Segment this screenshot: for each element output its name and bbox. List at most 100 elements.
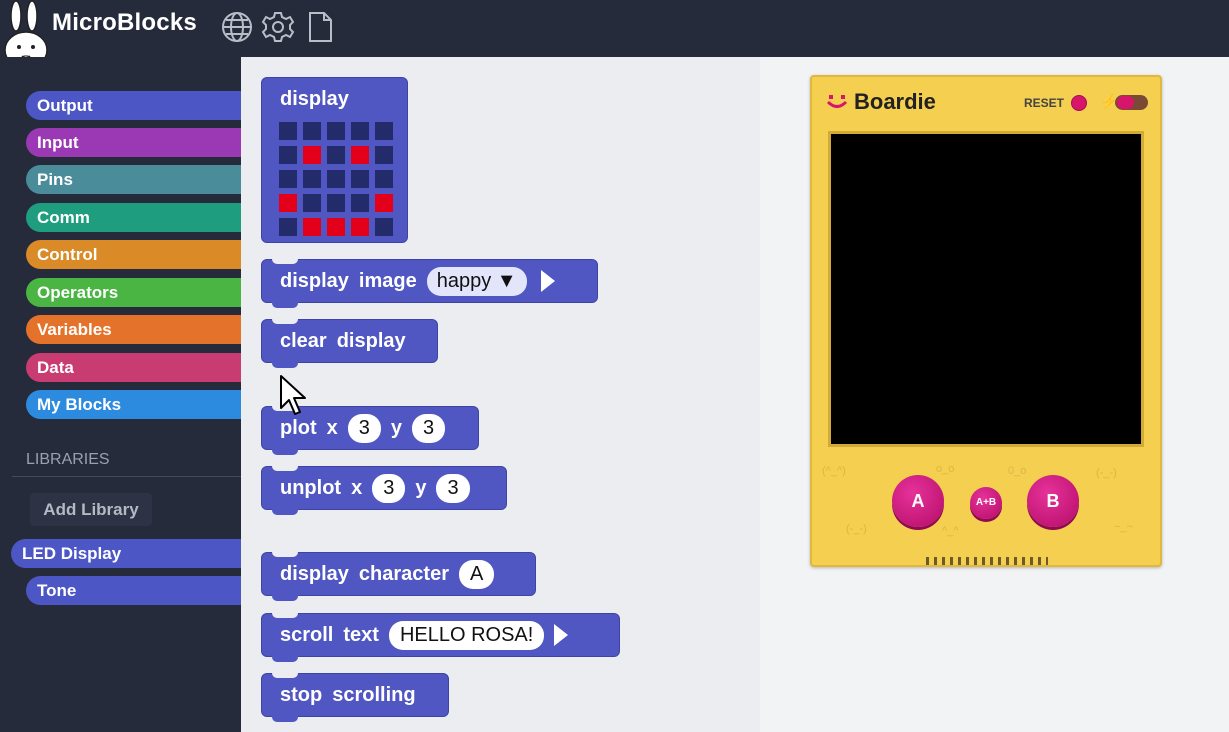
- led-cell[interactable]: [303, 218, 321, 236]
- led-cell[interactable]: [327, 218, 345, 236]
- led-cell[interactable]: [279, 122, 297, 140]
- gear-icon[interactable]: [261, 10, 295, 44]
- block-word: unplot: [280, 476, 342, 499]
- faint-decoration: 0_o: [1008, 465, 1027, 477]
- button-b[interactable]: B: [1027, 475, 1079, 527]
- unplot-x-input[interactable]: 3: [372, 473, 406, 503]
- plot-y-input[interactable]: 3: [412, 413, 446, 443]
- block-word: stop: [280, 683, 323, 706]
- display-image-block[interactable]: display image happy ▼: [261, 259, 598, 308]
- block-word: plot: [280, 416, 317, 439]
- power-toggle[interactable]: [1115, 95, 1148, 110]
- mouse-pointer-icon: [280, 375, 306, 415]
- block-word: scrolling: [332, 683, 416, 706]
- clear-display-block[interactable]: clear display: [261, 319, 438, 368]
- led-cell[interactable]: [375, 170, 393, 188]
- block-word: text: [343, 623, 379, 646]
- led-cell[interactable]: [279, 218, 297, 236]
- block-word: display: [280, 562, 349, 585]
- image-dropdown[interactable]: happy ▼: [426, 266, 527, 296]
- block-word: image: [358, 269, 417, 292]
- file-icon[interactable]: [303, 10, 337, 44]
- character-input[interactable]: A: [458, 559, 495, 589]
- category-control[interactable]: Control: [26, 240, 241, 269]
- category-my-blocks[interactable]: My Blocks: [26, 390, 241, 419]
- faint-decoration: (-_-): [1096, 467, 1117, 479]
- led-cell[interactable]: [375, 194, 393, 212]
- image-dropdown-value: happy: [436, 269, 492, 292]
- category-output[interactable]: Output: [26, 91, 241, 120]
- led-cell[interactable]: [351, 194, 369, 212]
- unplot-y-input[interactable]: 3: [436, 473, 470, 503]
- libraries-heading: LIBRARIES: [26, 451, 110, 468]
- block-word: scroll: [280, 623, 334, 646]
- add-library-button[interactable]: Add Library: [30, 493, 152, 526]
- boardie-simulator: Boardie RESET ⚡ (^_^) o_o 0_o (-_-) (-_-…: [810, 75, 1162, 567]
- expand-arrow-icon[interactable]: [554, 624, 569, 646]
- libraries-divider: [12, 476, 241, 477]
- led-cell[interactable]: [303, 170, 321, 188]
- board-name: Boardie: [854, 89, 936, 114]
- block-word: character: [358, 562, 449, 585]
- unplot-block[interactable]: unplot x 3 y 3: [261, 466, 507, 515]
- edge-connector-pins: [926, 557, 1048, 565]
- display-character-block[interactable]: display character A: [261, 552, 536, 601]
- block-word: y: [390, 416, 403, 439]
- led-cell[interactable]: [351, 170, 369, 188]
- block-word: clear: [280, 329, 327, 352]
- led-cell[interactable]: [375, 146, 393, 164]
- led-cell[interactable]: [303, 194, 321, 212]
- category-comm[interactable]: Comm: [26, 203, 241, 232]
- led-cell[interactable]: [351, 146, 369, 164]
- expand-arrow-icon[interactable]: [540, 270, 555, 292]
- button-a-plus-b[interactable]: A+B: [970, 487, 1002, 519]
- led-cell[interactable]: [327, 194, 345, 212]
- scroll-text-block[interactable]: scroll text HELLO ROSA!: [261, 613, 620, 662]
- smiley-icon: [826, 95, 848, 108]
- block-word: x: [326, 416, 338, 439]
- led-cell[interactable]: [303, 122, 321, 140]
- reset-button[interactable]: [1071, 95, 1087, 111]
- category-input[interactable]: Input: [26, 128, 241, 157]
- globe-icon[interactable]: [220, 10, 254, 44]
- category-variables[interactable]: Variables: [26, 315, 241, 344]
- plot-x-input[interactable]: 3: [347, 413, 381, 443]
- category-sidebar: Output Input Pins Comm Control Operators…: [0, 57, 241, 732]
- faint-decoration: o_o: [936, 463, 955, 475]
- led-matrix-editor[interactable]: [279, 122, 393, 236]
- block-word: display: [336, 329, 406, 352]
- display-block[interactable]: display: [261, 77, 408, 243]
- led-cell[interactable]: [303, 146, 321, 164]
- led-cell[interactable]: [375, 218, 393, 236]
- reset-label: RESET: [1024, 96, 1065, 110]
- button-a[interactable]: A: [892, 475, 944, 527]
- led-cell[interactable]: [279, 194, 297, 212]
- chevron-down-icon: ▼: [496, 269, 517, 292]
- faint-decoration: (^_^): [822, 465, 846, 477]
- display-block-label: display: [280, 88, 349, 110]
- category-pins[interactable]: Pins: [26, 165, 241, 194]
- led-cell[interactable]: [375, 122, 393, 140]
- led-cell[interactable]: [351, 122, 369, 140]
- block-palette: display display image happy ▼ clear disp…: [241, 57, 760, 732]
- led-cell[interactable]: [327, 122, 345, 140]
- library-tone[interactable]: Tone: [26, 576, 241, 605]
- top-bar: MicroBlocks: [0, 0, 1229, 69]
- led-cell[interactable]: [279, 146, 297, 164]
- app-window: MicroBlocks Output Input Pins Comm Contr…: [0, 0, 1229, 732]
- led-cell[interactable]: [279, 170, 297, 188]
- led-cell[interactable]: [327, 170, 345, 188]
- led-cell[interactable]: [327, 146, 345, 164]
- library-led-display[interactable]: LED Display: [11, 539, 241, 568]
- category-data[interactable]: Data: [26, 353, 241, 382]
- block-word: y: [415, 476, 427, 499]
- led-cell[interactable]: [351, 218, 369, 236]
- stop-scrolling-block[interactable]: stop scrolling: [261, 673, 449, 722]
- faint-decoration: ~_~: [1114, 521, 1133, 533]
- category-operators[interactable]: Operators: [26, 278, 241, 307]
- board-screen: [828, 131, 1144, 447]
- faint-decoration: ^_^: [942, 525, 959, 537]
- block-word: x: [351, 476, 363, 499]
- faint-decoration: (-_-): [846, 523, 867, 535]
- scroll-text-input[interactable]: HELLO ROSA!: [388, 620, 545, 650]
